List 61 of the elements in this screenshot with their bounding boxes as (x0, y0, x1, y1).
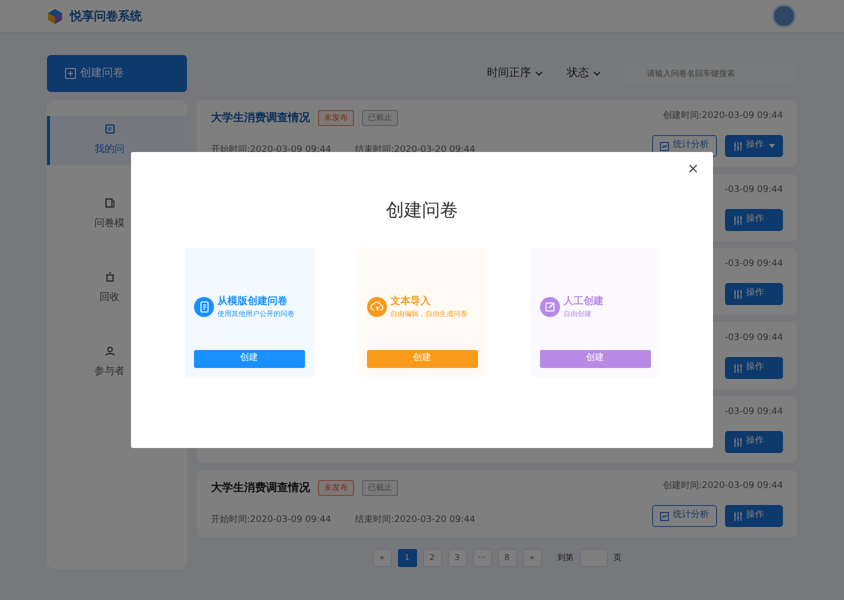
note-icon (104, 124, 114, 134)
page-button[interactable]: 8 (498, 549, 516, 567)
status-tag: 未发布 (318, 480, 354, 496)
end-time: 结束时间:2020-03-20 09:44 (355, 514, 476, 526)
option-title: 文本导入 (390, 294, 432, 309)
create-survey-button[interactable]: 创建问卷 (47, 55, 187, 92)
page-suffix-label: 页 (614, 552, 622, 564)
caret-down-icon (769, 144, 775, 148)
sliders-icon (733, 438, 742, 446)
trash-icon (104, 272, 114, 282)
app-logo-text: 悦享问卷系统 (70, 8, 142, 25)
create-button[interactable]: 创建 (366, 350, 478, 368)
created-time: -03-09 09:44 (724, 184, 783, 197)
created-time: -03-09 09:44 (724, 258, 783, 271)
dialog-title: 创建问卷 (385, 199, 459, 223)
close-button[interactable]: × (685, 160, 701, 178)
sidebar-item[interactable]: 问卷模 (47, 190, 187, 239)
created-time: 创建时间:2020-03-09 09:44 (662, 110, 783, 123)
user-icon (104, 346, 114, 356)
page-button[interactable]: ··· (472, 549, 492, 567)
plus-square-icon (65, 68, 76, 79)
survey-title: 大学生消费调查情况 (211, 480, 310, 496)
created-time: 创建时间:2020-03-09 09:44 (662, 480, 783, 493)
action-button[interactable]: 操作 (725, 431, 783, 453)
option-title: 人工创建 (564, 294, 604, 309)
next-page-button[interactable]: » (522, 549, 542, 567)
action-button[interactable]: 操作 (725, 209, 783, 231)
sliders-icon (733, 216, 742, 224)
chevron-down-icon (593, 70, 601, 77)
chevron-down-icon (535, 70, 543, 77)
stats-button[interactable]: 统计分析 (652, 505, 717, 527)
cube-logo-icon (48, 8, 62, 24)
action-button[interactable]: 操作 (725, 283, 783, 305)
page-button[interactable]: 1 (398, 549, 416, 567)
previous-page-button[interactable]: « (372, 549, 392, 567)
status-tag: 未发布 (318, 110, 354, 126)
created-time: -03-09 09:44 (724, 332, 783, 345)
action-button[interactable]: 操作 (725, 505, 783, 527)
sidebar-item[interactable]: 参与者 (47, 338, 187, 387)
start-time: 开始时间:2020-03-09 09:44 (211, 514, 332, 526)
status-dropdown[interactable]: 状态 (567, 65, 601, 82)
page-button[interactable]: 3 (448, 549, 466, 567)
option-title: 从模版创建问卷 (218, 294, 288, 309)
sort-dropdown[interactable]: 时间正序 (487, 65, 543, 82)
sliders-icon (733, 142, 742, 150)
create-button[interactable]: 创建 (194, 350, 304, 368)
survey-title: 大学生消费调查情况 (211, 110, 310, 126)
action-button[interactable]: 操作 (725, 357, 783, 379)
page-button[interactable]: 2 (422, 549, 442, 567)
document-icon (104, 198, 114, 208)
sliders-icon (733, 364, 742, 372)
sliders-icon (733, 290, 742, 298)
action-button[interactable]: 操作 (725, 135, 783, 157)
goto-label: 到第 (558, 552, 574, 564)
create-button[interactable]: 创建 (540, 350, 650, 368)
chart-icon (660, 142, 669, 150)
created-time: -03-09 09:44 (724, 406, 783, 419)
chart-icon (660, 512, 669, 520)
sidebar-item[interactable]: 回收 (47, 264, 187, 313)
sliders-icon (733, 512, 742, 520)
user-avatar[interactable] (772, 4, 796, 28)
